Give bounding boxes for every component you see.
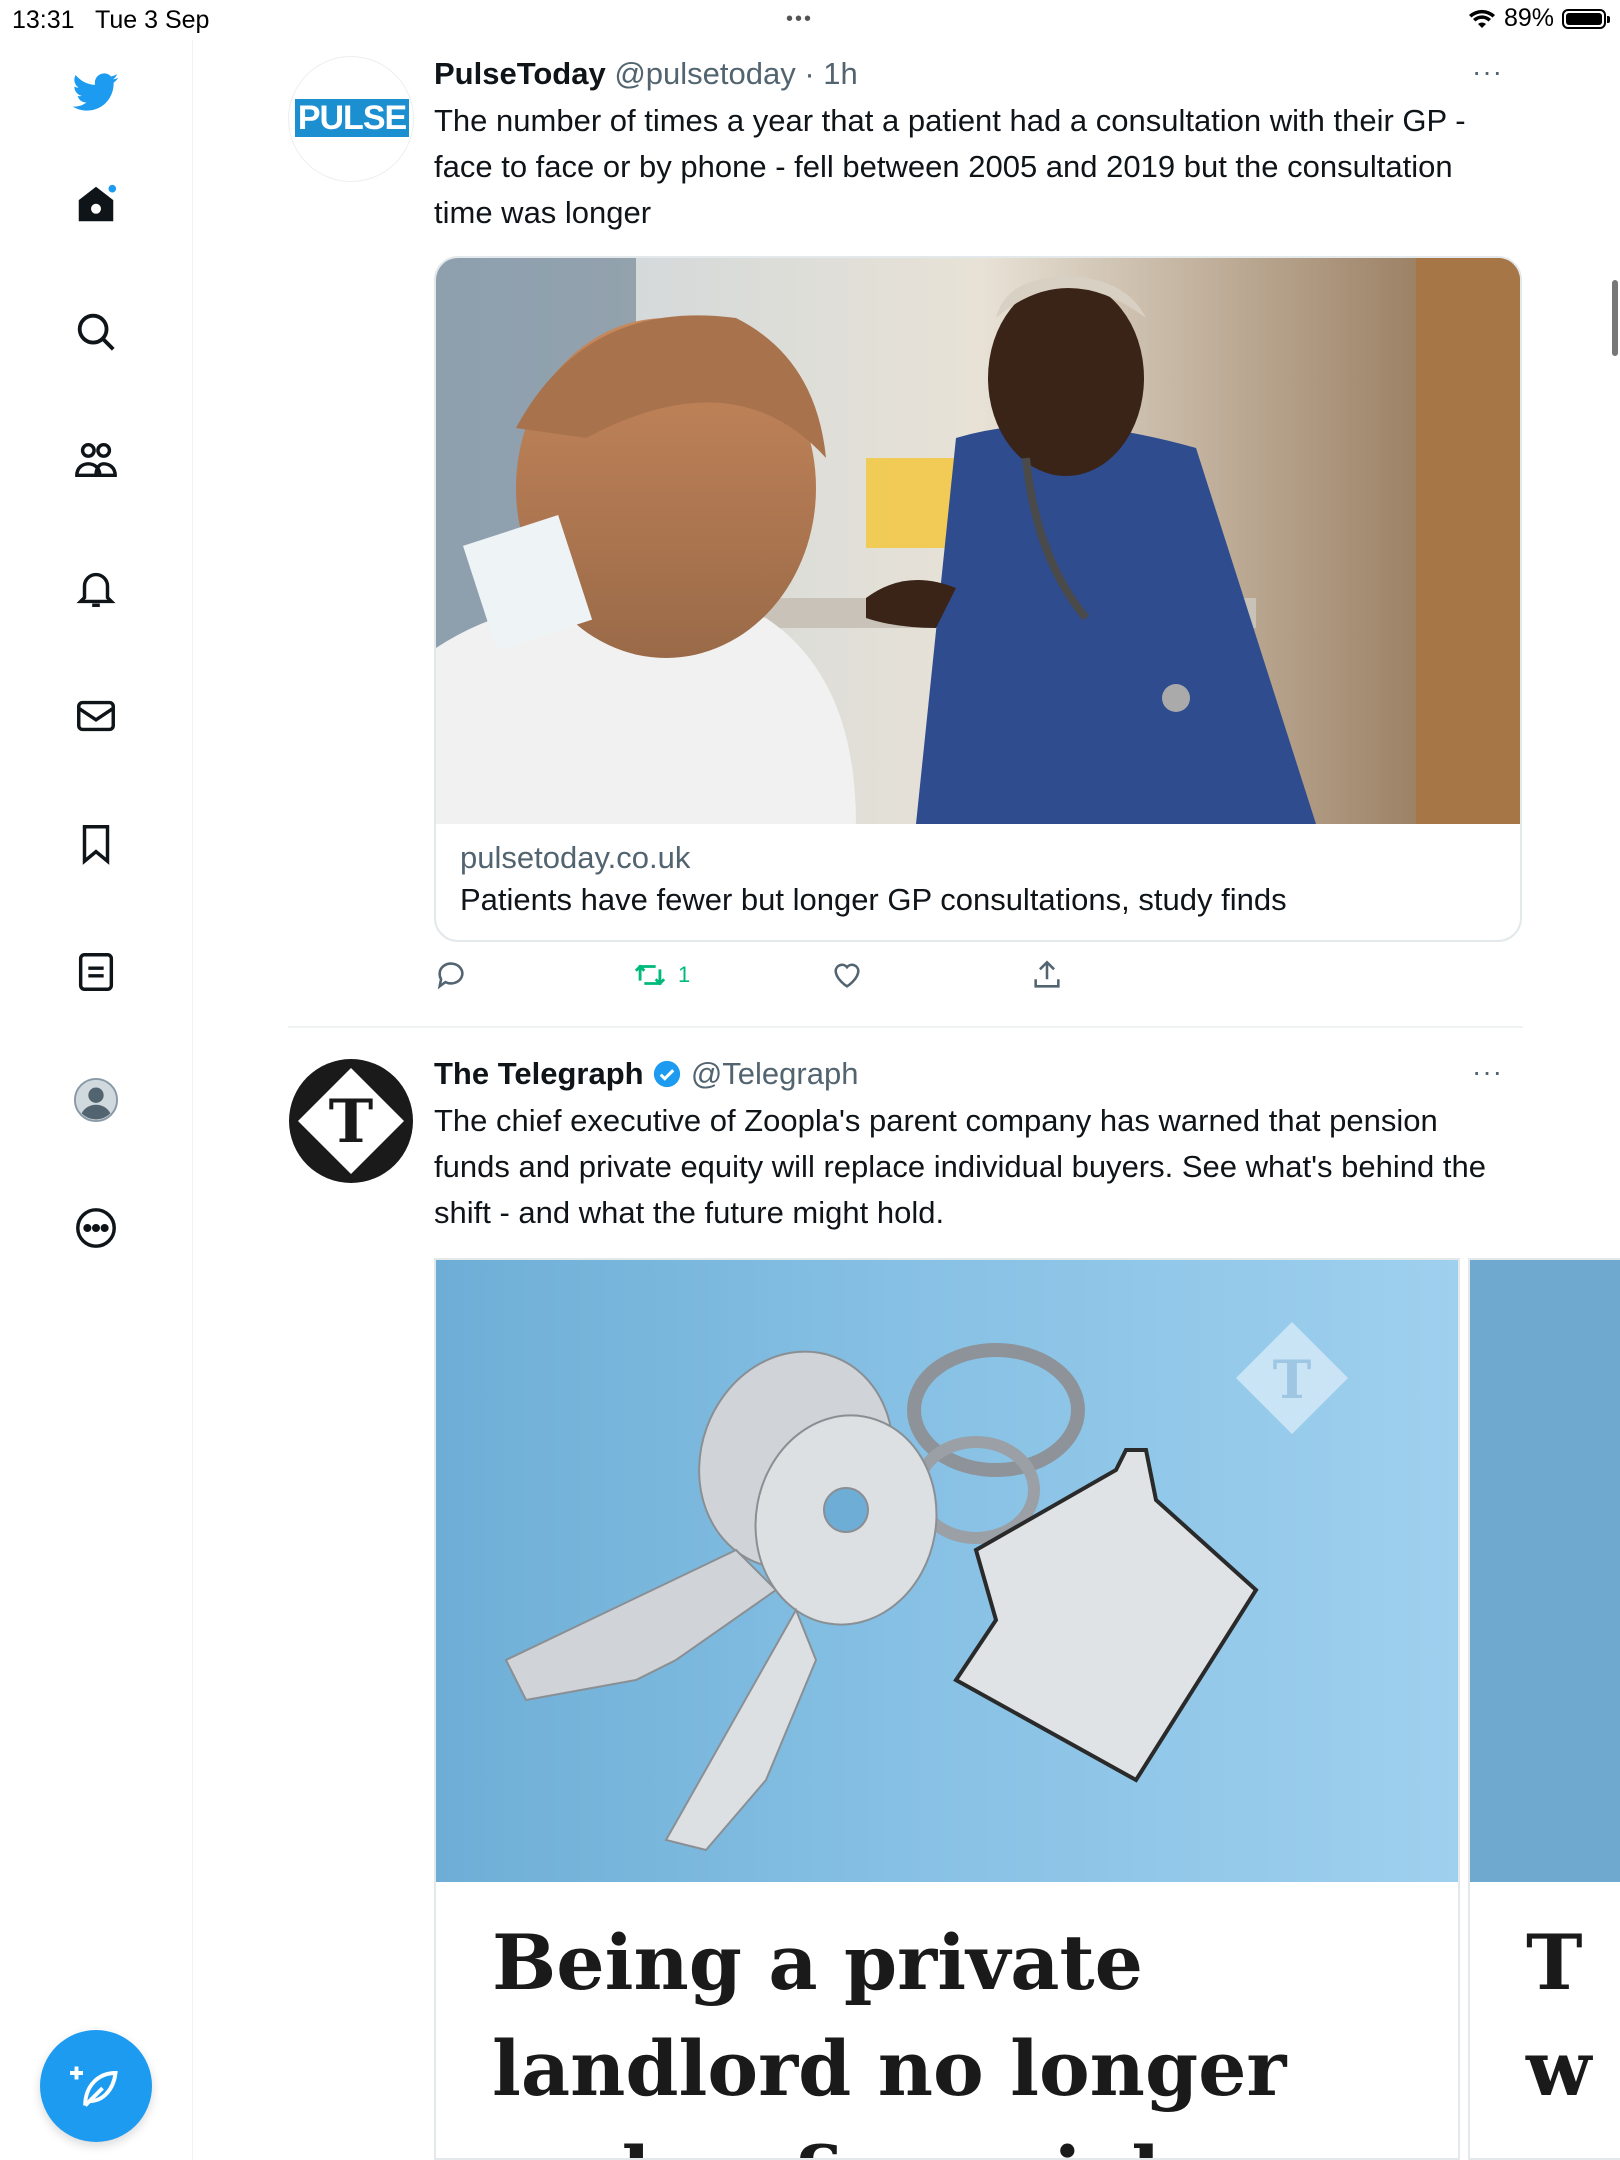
link-card-image [436,258,1520,824]
media-carousel[interactable]: T Being a private landlord no longer T w [434,1258,1620,2160]
tweet-text: The number of times a year that a patien… [434,103,1466,230]
bookmark-icon[interactable] [64,812,128,876]
link-card-title: Patients have fewer but longer GP consul… [460,882,1287,917]
multitasking-dots-icon[interactable]: ••• [786,8,813,31]
twitter-logo-icon[interactable] [64,60,128,124]
tweet-more-icon[interactable]: ··· [1472,1056,1503,1088]
author-name[interactable]: PulseToday [434,56,606,91]
share-button[interactable] [1030,958,1064,992]
tweet-more-icon[interactable]: ··· [1472,56,1503,88]
profile-avatar-icon[interactable] [64,1068,128,1132]
like-button[interactable] [830,958,864,992]
reply-button[interactable] [434,958,468,992]
tweet-actions: 1 [434,958,1134,998]
telegraph-avatar[interactable]: T [288,1058,414,1184]
author-name[interactable]: The Telegraph [434,1056,644,1091]
pulse-logo: PULSE [295,99,409,137]
battery-icon [1562,8,1610,29]
communities-icon[interactable] [64,428,128,492]
next-slide-image [1470,1260,1620,1882]
lists-icon[interactable] [64,940,128,1004]
home-icon[interactable] [64,172,128,236]
link-card[interactable]: pulsetoday.co.uk Patients have fewer but… [434,256,1522,942]
verified-badge-icon [654,1060,681,1088]
heart-icon [834,963,860,988]
link-card-meta: pulsetoday.co.uk Patients have fewer but… [436,824,1520,934]
battery-percent: 89% [1503,4,1554,32]
tweet-divider [288,1026,1523,1028]
compose-tweet-button[interactable] [40,2030,152,2142]
pulsetoday-avatar[interactable]: PULSE [288,56,414,182]
carousel-slide-2[interactable]: T w [1468,1258,1620,2160]
tweet-time[interactable]: · 1h [804,56,857,91]
author-handle[interactable]: @pulsetoday [614,56,795,91]
scrollbar[interactable] [1612,280,1618,356]
status-bar: 13:31 Tue 3 Sep ••• 89% [0,0,1620,40]
retweet-count: 1 [678,962,691,987]
keys-image: T [436,1260,1458,1882]
notifications-bell-icon[interactable] [64,556,128,620]
retweet-button[interactable]: 1 [632,958,690,992]
wifi-icon [1468,9,1495,28]
sidebar [0,40,193,2160]
messages-envelope-icon[interactable] [64,684,128,748]
reply-icon [437,962,464,990]
more-options-icon[interactable] [64,1196,128,1260]
article-headline: Being a private landlord no longer makes… [492,1918,1424,2158]
status-date: Tue 3 Sep [95,6,210,34]
compose-feather-icon [70,2066,118,2107]
next-slide-headline: T w [1526,1918,1592,2113]
tweet-header: The Telegraph @Telegraph [434,1056,858,1092]
tweet-pulsetoday[interactable]: PULSE PulseToday @pulsetoday · 1h ··· Th… [288,56,1523,1016]
link-card-domain: pulsetoday.co.uk [460,840,691,875]
tweet-text: The chief executive of Zoopla's parent c… [434,1103,1486,1230]
svg-text:T: T [1273,1350,1312,1411]
share-icon [1034,960,1060,988]
carousel-slide-1[interactable]: T Being a private landlord no longer [434,1258,1460,2160]
search-icon[interactable] [64,300,128,364]
author-handle[interactable]: @Telegraph [691,1056,859,1091]
svg-text:T: T [329,1087,374,1157]
status-time: 13:31 [12,6,75,34]
tweet-header: PulseToday @pulsetoday · 1h [434,56,858,92]
retweet-icon [634,964,666,986]
status-right: 89% [1468,4,1610,33]
